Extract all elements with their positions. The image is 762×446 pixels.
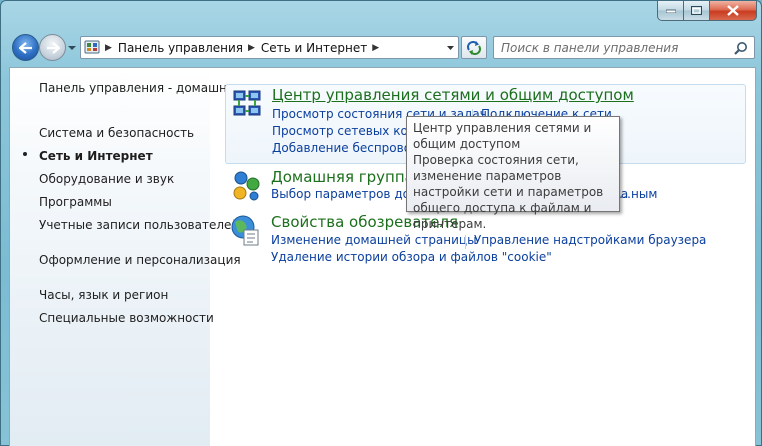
search-box[interactable]: [493, 36, 755, 59]
network-center-icon: [233, 90, 261, 116]
arrow-right-icon: [46, 41, 60, 54]
address-dropdown-chevron-icon[interactable]: [446, 43, 455, 52]
close-icon: [727, 5, 739, 16]
breadcrumb-control-panel[interactable]: Панель управления: [118, 41, 243, 55]
tooltip: Центр управления сетями и общим доступом…: [406, 116, 620, 231]
sidebar-item-system-security[interactable]: Система и безопасность: [39, 125, 194, 141]
sidebar-item-network-internet[interactable]: Сеть и Интернет: [39, 148, 153, 164]
breadcrumb-separator-icon[interactable]: ▶: [248, 43, 255, 53]
minimize-button[interactable]: [657, 1, 684, 21]
maximize-button[interactable]: [684, 1, 710, 21]
task-change-home-page[interactable]: Изменение домашней страницы: [271, 233, 477, 247]
window-frame: ▶ Панель управления ▶ Сеть и Интернет ▶ …: [0, 0, 762, 446]
category-title-network-center[interactable]: Центр управления сетями и общим доступом: [272, 86, 634, 104]
homegroup-icon: [233, 171, 260, 201]
tooltip-body: Проверка состояния сети, изменение парам…: [413, 153, 604, 231]
sidebar-item-clock-language-region[interactable]: Часы, язык и регион: [39, 287, 168, 303]
maximize-icon: [691, 6, 702, 15]
title-bar[interactable]: [1, 1, 762, 27]
current-item-bullet: [23, 152, 27, 156]
minimize-icon: [665, 9, 676, 13]
task-homegroup-sharing[interactable]: …ным: [619, 187, 657, 201]
refresh-button[interactable]: [461, 36, 487, 59]
search-icon[interactable]: [734, 41, 748, 55]
address-toolbar: ▶ Панель управления ▶ Сеть и Интернет ▶: [1, 31, 762, 65]
navigation-pane: Панель управления - домашняя страница Си…: [10, 68, 305, 446]
internet-options-icon: [231, 215, 259, 246]
task-delete-browsing-history[interactable]: Удаление истории обзора и файлов "cookie…: [271, 250, 552, 264]
task-separator: [465, 235, 466, 249]
category-title-homegroup[interactable]: Домашняя группа: [271, 168, 414, 186]
forward-button[interactable]: [39, 34, 66, 61]
address-bar[interactable]: ▶ Панель управления ▶ Сеть и Интернет ▶: [80, 36, 459, 59]
caption-buttons: [657, 1, 757, 21]
breadcrumb-separator-icon[interactable]: ▶: [105, 43, 112, 53]
sidebar-item-programs[interactable]: Программы: [39, 194, 112, 210]
sidebar-item-hardware-sound[interactable]: Оборудование и звук: [39, 171, 174, 187]
refresh-icon: [467, 40, 481, 55]
control-panel-icon: [84, 40, 100, 53]
arrow-left-icon: [18, 41, 32, 54]
tooltip-title: Центр управления сетями и общим доступом: [413, 121, 592, 151]
task-manage-addons[interactable]: Управление надстройками браузера: [474, 233, 706, 247]
sidebar-item-ease-of-access[interactable]: Специальные возможности: [39, 310, 214, 326]
close-button[interactable]: [710, 1, 757, 21]
content-area: Панель управления - домашняя страница Си…: [9, 67, 756, 446]
breadcrumb-network-internet[interactable]: Сеть и Интернет: [261, 41, 367, 55]
breadcrumb-separator-icon[interactable]: ▶: [372, 43, 379, 53]
back-button[interactable]: [12, 34, 39, 61]
recent-pages-chevron-icon[interactable]: [67, 43, 77, 53]
search-input[interactable]: [494, 37, 724, 58]
